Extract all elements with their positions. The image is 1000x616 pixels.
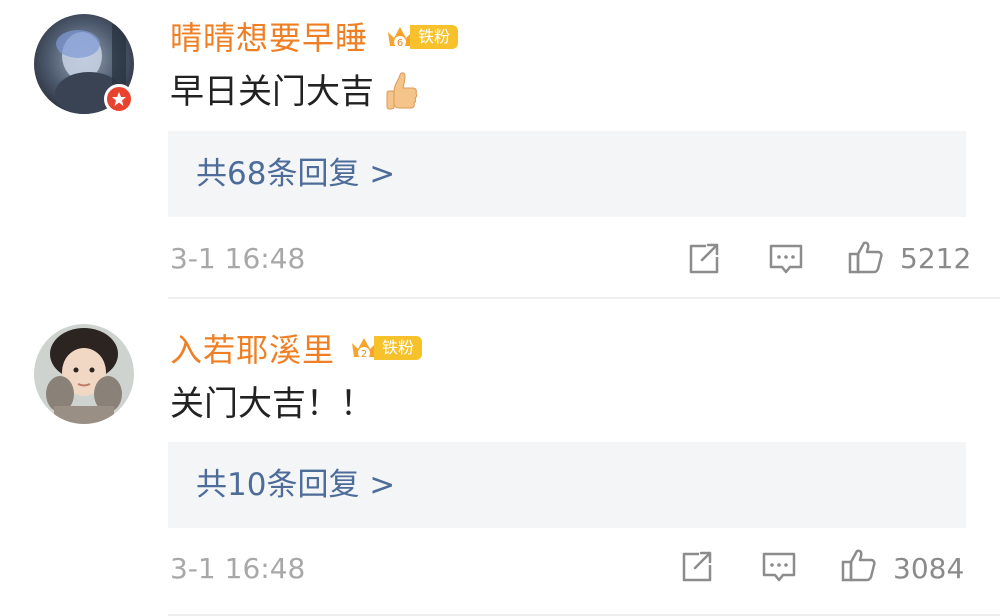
comment-content: 早日关门大吉 xyxy=(170,70,420,114)
comment-divider xyxy=(168,297,1000,299)
verified-badge-icon xyxy=(104,84,134,114)
reply-link[interactable]: 共68条回复 > xyxy=(196,152,395,196)
username[interactable]: 晴晴想要早睡 xyxy=(170,18,368,58)
fan-badge[interactable]: 6 铁粉 xyxy=(386,22,459,52)
reply-link[interactable]: 共10条回复 > xyxy=(196,463,395,507)
svg-text:6: 6 xyxy=(397,38,403,49)
share-icon[interactable] xyxy=(686,242,722,276)
comment-item: 入若耶溪里 2 铁粉 关门大吉！！ 共10条回复 > 3-1 16:48 308… xyxy=(0,300,1000,616)
comment-icon[interactable] xyxy=(768,242,804,276)
comment-time: 3-1 16:48 xyxy=(170,552,306,585)
reply-summary[interactable]: 共68条回复 > xyxy=(168,131,966,217)
comment-content: 关门大吉！！ xyxy=(170,382,374,426)
fan-badge-label: 铁粉 xyxy=(374,336,423,360)
username[interactable]: 入若耶溪里 xyxy=(170,330,335,370)
fan-badge[interactable]: 2 铁粉 xyxy=(350,333,423,363)
comment-text: 关门大吉！！ xyxy=(170,384,374,424)
comment-icon[interactable] xyxy=(761,550,797,584)
like-icon[interactable] xyxy=(848,240,884,274)
svg-text:2: 2 xyxy=(361,349,367,360)
avatar-image xyxy=(34,324,134,424)
reply-summary[interactable]: 共10条回复 > xyxy=(168,442,966,528)
fan-badge-label: 铁粉 xyxy=(410,25,459,49)
thumbs-up-emoji-icon xyxy=(386,72,418,110)
comment-text: 早日关门大吉 xyxy=(170,72,374,112)
like-icon[interactable] xyxy=(841,548,877,582)
avatar[interactable] xyxy=(34,324,134,424)
share-icon[interactable] xyxy=(679,550,715,584)
like-count: 3084 xyxy=(893,552,965,585)
comment-item: 晴晴想要早睡 6 铁粉 早日关门大吉 共68条回复 > 3-1 16:48 52… xyxy=(0,0,1000,299)
comment-time: 3-1 16:48 xyxy=(170,242,306,275)
like-count: 5212 xyxy=(900,242,972,275)
